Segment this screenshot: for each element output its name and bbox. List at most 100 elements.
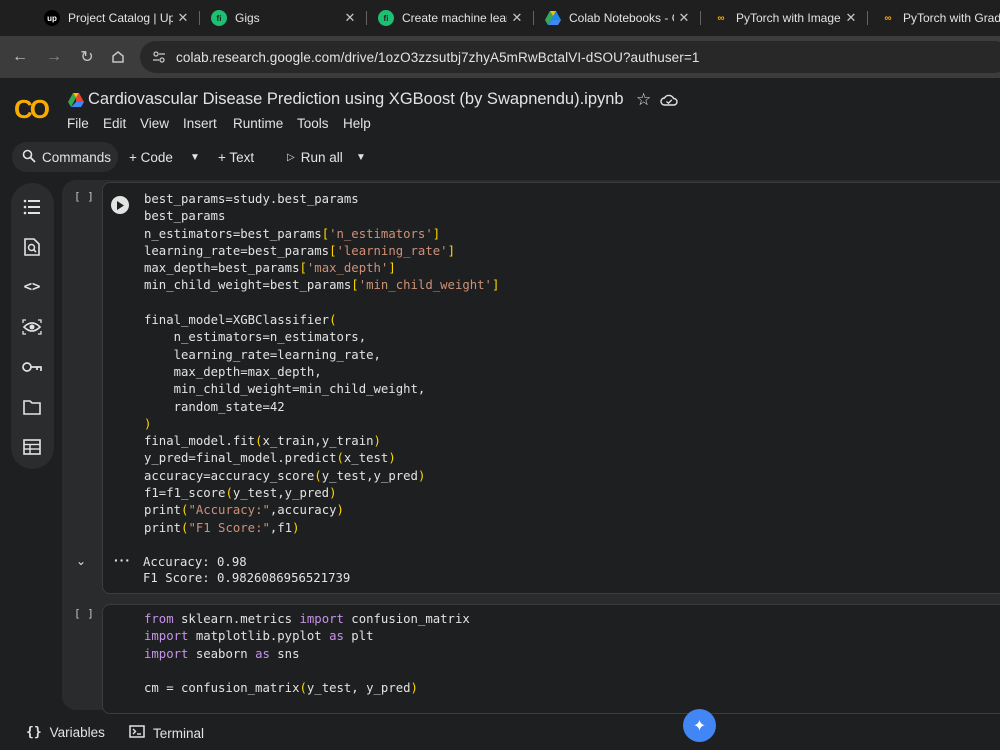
- terminal-label: Terminal: [153, 725, 205, 741]
- find-icon[interactable]: [20, 235, 44, 259]
- code-line: y_pred=final_model.predict(x_test): [144, 451, 396, 466]
- code-line: min_child_weight=min_child_weight,: [144, 382, 426, 397]
- play-icon: [117, 200, 124, 210]
- output-text: Accuracy: 0.98 F1 Score: 0.9826086956521…: [143, 554, 350, 586]
- braces-icon: {}: [26, 725, 42, 740]
- star-icon[interactable]: ☆: [636, 90, 651, 110]
- close-icon[interactable]: ✕: [841, 10, 861, 26]
- code-line: print("F1 Score:",f1): [144, 520, 300, 535]
- variables-button[interactable]: {} Variables: [26, 725, 105, 740]
- menu-file[interactable]: File: [67, 116, 89, 131]
- menu-insert[interactable]: Insert: [183, 116, 217, 131]
- tab-project-catalog[interactable]: up Project Catalog | Upw ✕: [34, 0, 199, 36]
- menu-tools[interactable]: Tools: [297, 116, 329, 131]
- gemini-button[interactable]: ✦: [683, 709, 716, 742]
- colab-icon: ∞: [884, 12, 891, 24]
- code-editor[interactable]: from sklearn.metrics import confusion_ma…: [144, 611, 470, 697]
- code-line: n_estimators=best_params['n_estimators']: [144, 226, 441, 241]
- notebook-toolbar: Commands + Code ▼ + Text ▷ Run all ▼: [0, 140, 1000, 174]
- tab-label: Colab Notebooks - G: [569, 11, 674, 25]
- tab-label: Gigs: [235, 11, 260, 25]
- colab-icon: ∞: [717, 12, 724, 24]
- terminal-icon: [129, 725, 145, 741]
- menu-runtime[interactable]: Runtime: [233, 116, 283, 131]
- add-code-label: + Code: [129, 149, 173, 165]
- close-icon[interactable]: ✕: [173, 10, 193, 26]
- cloud-saved-icon[interactable]: [660, 93, 678, 112]
- reload-icon[interactable]: ↻: [75, 45, 99, 69]
- chevron-down-icon[interactable]: ▼: [190, 142, 200, 172]
- execution-count: [ ]: [74, 190, 94, 203]
- code-line: n_estimators=n_estimators,: [144, 330, 367, 345]
- code-line: print("Accuracy:",accuracy): [144, 503, 344, 518]
- tab-divider: [199, 11, 200, 25]
- upwork-icon: up: [44, 10, 60, 26]
- colab-header: CO Cardiovascular Disease Prediction usi…: [0, 78, 1000, 140]
- site-settings-icon[interactable]: [152, 50, 166, 69]
- tab-create-machine-learning[interactable]: fi Create machine learn ✕: [368, 0, 533, 36]
- code-line: final_model=XGBClassifier(: [144, 313, 337, 328]
- colab-logo[interactable]: CO: [14, 94, 50, 125]
- home-icon[interactable]: [106, 45, 130, 69]
- forward-icon[interactable]: →: [42, 45, 66, 69]
- table-of-contents-icon[interactable]: [20, 195, 44, 219]
- browser-tab-strip: up Project Catalog | Upw ✕ fi Gigs ✕ fi …: [0, 0, 1000, 36]
- add-text-label: + Text: [218, 149, 255, 165]
- menu-view[interactable]: View: [140, 116, 169, 131]
- variables-label: Variables: [49, 725, 105, 740]
- run-all-button[interactable]: ▷ Run all: [287, 142, 343, 172]
- fiverr-icon: fi: [211, 10, 227, 26]
- secrets-key-icon[interactable]: [20, 355, 44, 379]
- url-field[interactable]: colab.research.google.com/drive/1ozO3zzs…: [140, 41, 1000, 73]
- search-icon: [22, 149, 36, 166]
- menu-edit[interactable]: Edit: [103, 116, 126, 131]
- url-text: colab.research.google.com/drive/1ozO3zzs…: [176, 49, 700, 65]
- code-editor[interactable]: best_params=study.best_params best_param…: [144, 191, 499, 537]
- chevron-down-icon[interactable]: ▼: [356, 142, 366, 172]
- code-line: final_model.fit(x_train,y_train): [144, 434, 381, 449]
- data-table-icon[interactable]: [20, 435, 44, 459]
- collapse-output-chevron-icon[interactable]: ⌄: [76, 554, 86, 568]
- code-line: import matplotlib.pyplot as plt: [144, 629, 374, 644]
- code-line: random_state=42: [144, 399, 285, 414]
- tab-colab-notebooks[interactable]: Colab Notebooks - G ✕: [535, 0, 700, 36]
- menu-help[interactable]: Help: [343, 116, 371, 131]
- back-icon[interactable]: ←: [8, 45, 32, 69]
- run-cell-button[interactable]: [111, 196, 129, 214]
- execution-count: [ ]: [74, 607, 94, 620]
- commands-button[interactable]: Commands: [12, 142, 118, 172]
- code-line: from sklearn.metrics import confusion_ma…: [144, 612, 470, 626]
- tab-divider: [700, 11, 701, 25]
- code-line: max_depth=best_params['max_depth']: [144, 261, 396, 276]
- bottom-status-bar: {} Variables Terminal: [0, 718, 1000, 750]
- notebook-title[interactable]: Cardiovascular Disease Prediction using …: [88, 90, 624, 109]
- add-text-button[interactable]: + Text: [218, 142, 254, 172]
- tab-label: Project Catalog | Upw: [68, 11, 173, 25]
- sparkle-icon: ✦: [692, 717, 707, 735]
- tab-label: PyTorch with Images: [736, 11, 841, 25]
- tab-gigs[interactable]: fi Gigs ✕: [201, 0, 366, 36]
- code-line: best_params=study.best_params: [144, 192, 359, 206]
- tab-pytorch-images[interactable]: ∞ PyTorch with Images ✕: [702, 0, 867, 36]
- google-drive-icon[interactable]: [68, 93, 84, 112]
- close-icon[interactable]: ✕: [674, 10, 694, 26]
- output-actions-icon[interactable]: ···: [114, 552, 131, 568]
- commands-label: Commands: [42, 149, 112, 165]
- terminal-button[interactable]: Terminal: [129, 725, 204, 741]
- run-all-label: Run all: [300, 149, 343, 165]
- add-code-button[interactable]: + Code: [129, 142, 173, 172]
- tab-label: Create machine learn: [402, 11, 507, 25]
- close-icon[interactable]: ✕: [340, 10, 360, 26]
- files-folder-icon[interactable]: [20, 395, 44, 419]
- google-drive-icon: [545, 10, 561, 26]
- code-line: ): [144, 416, 152, 431]
- variables-inspector-icon[interactable]: [20, 315, 44, 339]
- code-line: import seaborn as sns: [144, 646, 300, 661]
- tab-pytorch-gradient[interactable]: ∞ PyTorch with Gradien: [869, 0, 1000, 36]
- close-icon[interactable]: ✕: [507, 10, 527, 26]
- code-line: cm = confusion_matrix(y_test, y_pred): [144, 681, 418, 696]
- output-line: F1 Score: 0.9826086956521739: [143, 571, 351, 585]
- fiverr-icon: fi: [378, 10, 394, 26]
- tab-divider: [366, 11, 367, 25]
- code-snippets-icon[interactable]: <>: [20, 275, 44, 299]
